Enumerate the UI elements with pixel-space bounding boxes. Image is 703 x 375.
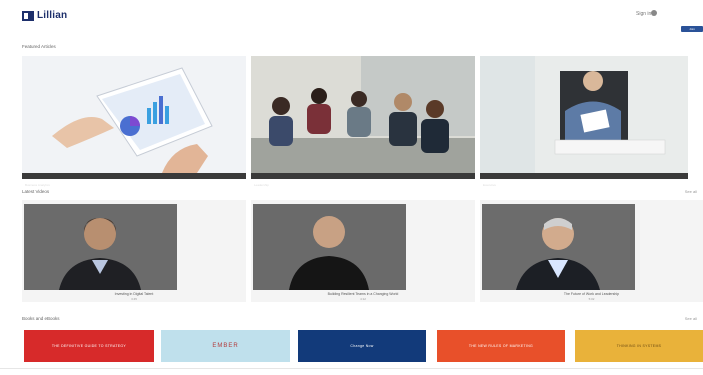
caption-bar: Executive (480, 173, 688, 187)
book-banner[interactable]: THE NEW RULES OF MARKETING (437, 330, 565, 362)
video-title: Investing in Digital Talent (114, 292, 154, 296)
book-banner[interactable]: THINKING IN SYSTEMS (575, 330, 703, 362)
user-icon[interactable] (651, 10, 657, 16)
book-title: THE NEW RULES OF MARKETING (468, 344, 534, 348)
featured-image-executive (480, 56, 688, 173)
video-card[interactable]: Investing in Digital Talent 3:45 (22, 200, 246, 302)
book-banner[interactable]: THE DEFINITIVE GUIDE TO STRATEGY (24, 330, 154, 362)
video-meta: 3:45 (131, 297, 137, 301)
video-card[interactable]: Building Resilient Teams in a Changing W… (251, 200, 475, 302)
video-card[interactable]: The Future of Work and Leadership 5:02 (480, 200, 703, 302)
book-title: Change Now (350, 344, 374, 348)
logo-text: Lillian (37, 10, 68, 21)
top-header: Lillian Sign in Join (0, 0, 703, 36)
see-all-books-link[interactable]: See all (685, 316, 697, 321)
video-meta: 4:12 (360, 297, 366, 301)
join-button[interactable]: Join (681, 26, 703, 32)
video-thumbnail (482, 204, 635, 290)
section-title-videos: Latest Videos (22, 189, 50, 194)
featured-card[interactable]: Business Analytics (22, 56, 246, 187)
video-thumbnail (24, 204, 177, 290)
logo-mark-icon (22, 10, 34, 21)
featured-card[interactable]: Leadership (251, 56, 475, 187)
book-title: EMBER (212, 343, 239, 349)
section-title-featured: Featured Articles (22, 44, 56, 49)
signin-link[interactable]: Sign in (636, 11, 651, 17)
featured-card[interactable]: Executive (480, 56, 688, 187)
featured-image-analytics (22, 56, 246, 173)
book-title: THINKING IN SYSTEMS (616, 344, 662, 348)
caption-bar: Business Analytics (22, 173, 246, 187)
video-meta: 5:02 (588, 297, 595, 301)
book-banner[interactable]: EMBER (161, 330, 290, 362)
book-title: THE DEFINITIVE GUIDE TO STRATEGY (51, 344, 127, 348)
featured-image-meeting (251, 56, 475, 173)
brand-logo[interactable]: Lillian (22, 10, 67, 21)
section-title-books: Books and eBooks (22, 316, 60, 321)
bottom-divider (0, 368, 703, 369)
video-thumbnail (253, 204, 406, 290)
caption-bar: Leadership (251, 173, 475, 187)
see-all-videos-link[interactable]: See all (685, 189, 697, 194)
video-title: The Future of Work and Leadership (563, 292, 620, 296)
video-title: Building Resilient Teams in a Changing W… (327, 292, 399, 296)
book-banner[interactable]: Change Now (298, 330, 426, 362)
